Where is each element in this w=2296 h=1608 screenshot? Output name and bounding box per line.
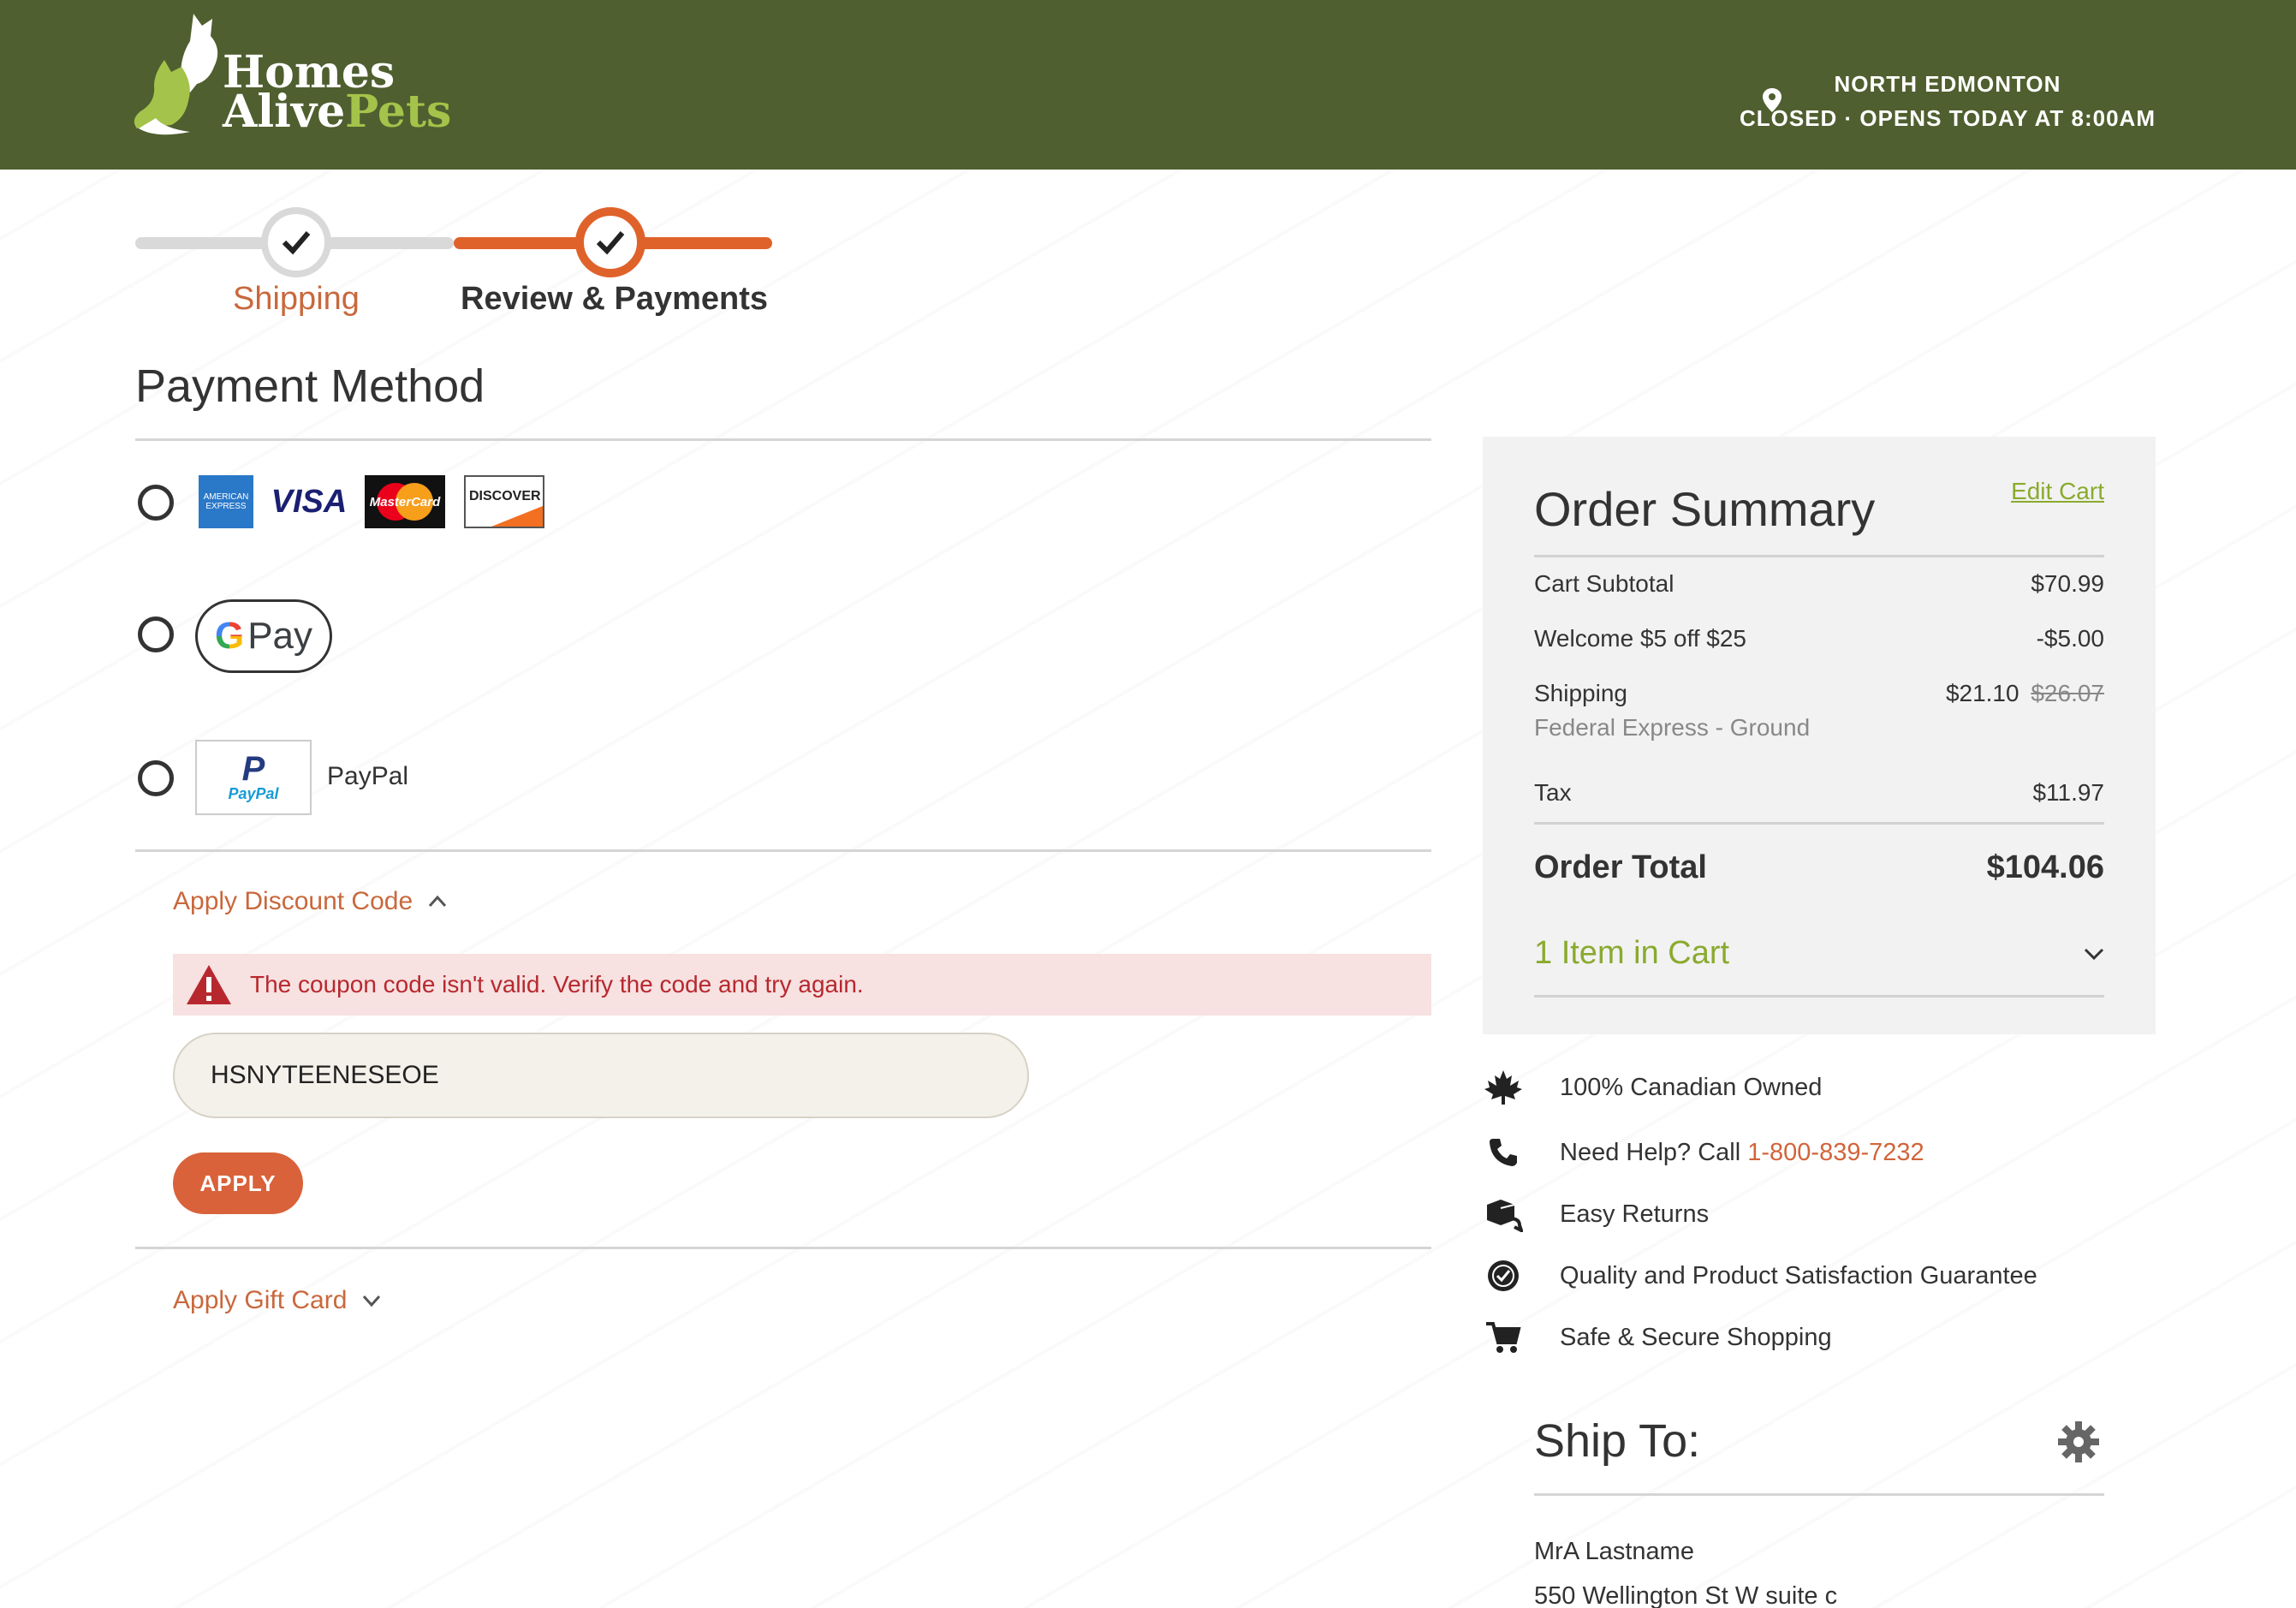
warning-icon (187, 965, 231, 1004)
visa-logo-icon: VISA (271, 483, 348, 520)
tax-row: Tax $11.97 (1534, 779, 2104, 807)
feature-secure: Safe & Secure Shopping (1483, 1319, 1832, 1356)
order-summary-panel: Order Summary Edit Cart Cart Subtotal $7… (1483, 437, 2156, 1034)
payment-method-title: Payment Method (135, 360, 485, 412)
step-shipping-marker[interactable] (261, 207, 331, 277)
tax-value: $11.97 (2032, 779, 2104, 806)
chevron-down-icon (363, 1295, 381, 1307)
divider (1534, 822, 2104, 825)
divider (135, 438, 1431, 441)
order-summary-title: Order Summary (1534, 482, 1876, 536)
shipping-row: Shipping $21.10 $26.07 (1534, 680, 2104, 707)
discover-logo-icon: DISCOVER (464, 475, 544, 528)
card-logos: AMERICAN EXPRESS VISA MasterCard DISCOVER (199, 474, 544, 529)
returns-box-icon (1487, 1200, 1523, 1232)
tax-label: Tax (1534, 779, 1572, 806)
feature-returns-text: Easy Returns (1560, 1200, 1710, 1228)
checkmark-icon (282, 231, 311, 255)
items-in-cart-label: 1 Item in Cart (1534, 935, 1730, 971)
store-hours: CLOSED · OPENS TODAY AT 8:00AM (1739, 105, 2156, 131)
divider (1534, 555, 2104, 557)
step-review-label: Review & Payments (461, 281, 769, 317)
order-total-row: Order Total $104.06 (1534, 849, 2104, 886)
apply-discount-label: Apply Discount Code (173, 887, 413, 915)
shipping-original-price: $26.07 (2031, 680, 2104, 706)
divider (1534, 995, 2104, 998)
shopping-cart-icon (1486, 1322, 1521, 1353)
google-pay-radio[interactable] (138, 616, 174, 652)
google-pay-logo: G Pay (195, 599, 332, 673)
site-logo[interactable]: Homes AlivePets (134, 9, 451, 137)
divider (135, 849, 1431, 852)
feature-secure-text: Safe & Secure Shopping (1560, 1323, 1832, 1351)
checkout-progress: Shipping Review & Payments (135, 202, 777, 331)
shipping-method-row: Federal Express - Ground (1534, 714, 2104, 741)
feature-guarantee: Quality and Product Satisfaction Guarant… (1483, 1257, 2037, 1295)
credit-card-radio[interactable] (138, 485, 174, 521)
check-circle-icon (1488, 1260, 1519, 1291)
shipping-value: $21.10 (1945, 680, 2019, 706)
feature-guarantee-text: Quality and Product Satisfaction Guarant… (1560, 1261, 2037, 1289)
cart-subtotal-row: Cart Subtotal $70.99 (1534, 570, 2104, 598)
discount-label: Welcome $5 off $25 (1534, 625, 1747, 652)
step-review-marker (575, 207, 645, 277)
ship-to-title: Ship To: (1534, 1415, 1701, 1467)
phone-icon (1490, 1139, 1517, 1166)
discount-code-input[interactable] (173, 1033, 1029, 1118)
coupon-error-message: The coupon code isn't valid. Verify the … (250, 971, 864, 998)
shipping-label: Shipping (1534, 680, 1627, 706)
divider (135, 1247, 1431, 1249)
coupon-error-alert: The coupon code isn't valid. Verify the … (173, 954, 1431, 1015)
apply-discount-button[interactable]: APPLY (173, 1152, 303, 1214)
mastercard-logo-icon: MasterCard (365, 475, 445, 528)
google-g-icon: G (214, 615, 245, 657)
order-total-value: $104.06 (1986, 849, 2104, 885)
ship-to-address: 550 Wellington St W suite c (1534, 1582, 1838, 1608)
shipping-value-group: $21.10 $26.07 (1946, 680, 2104, 707)
paypal-label: PayPal (327, 762, 409, 790)
step-shipping-label[interactable]: Shipping (233, 281, 360, 318)
items-in-cart-toggle[interactable]: 1 Item in Cart (1534, 935, 2104, 972)
chevron-down-icon (2084, 948, 2104, 960)
site-header: Homes AlivePets NORTH EDMONTON CLOSED · … (0, 0, 2296, 170)
shipping-method: Federal Express - Ground (1534, 714, 1811, 741)
discount-row: Welcome $5 off $25 -$5.00 (1534, 625, 2104, 652)
store-name: NORTH EDMONTON (1834, 71, 2061, 97)
order-total-label: Order Total (1534, 849, 1707, 885)
help-phone-link[interactable]: 1-800-839-7232 (1747, 1139, 1924, 1167)
feature-canadian-text: 100% Canadian Owned (1560, 1073, 1823, 1101)
apply-discount-toggle[interactable]: Apply Discount Code (173, 887, 447, 916)
pet-silhouette-icon (134, 14, 218, 135)
apply-gift-card-label: Apply Gift Card (173, 1286, 348, 1314)
feature-help-text: Need Help? Call (1560, 1138, 1741, 1166)
cart-subtotal-value: $70.99 (2031, 570, 2104, 597)
store-info[interactable]: NORTH EDMONTON CLOSED · OPENS TODAY AT 8… (1740, 67, 2156, 135)
feature-help: Need Help? Call 1-800-839-7232 (1483, 1134, 1924, 1171)
gear-icon[interactable] (2056, 1420, 2101, 1464)
feature-canadian: 100% Canadian Owned (1483, 1069, 1822, 1106)
edit-cart-link[interactable]: Edit Cart (2011, 478, 2104, 505)
discount-value: -$5.00 (2036, 625, 2104, 652)
paypal-radio[interactable] (138, 760, 174, 796)
paypal-logo-icon: P PayPal (195, 740, 312, 815)
apply-gift-card-toggle[interactable]: Apply Gift Card (173, 1286, 381, 1315)
cart-subtotal-label: Cart Subtotal (1534, 570, 1674, 597)
feature-returns: Easy Returns (1483, 1195, 1709, 1233)
ship-to-name: MrA Lastname (1534, 1538, 1694, 1565)
checkmark-icon (596, 231, 625, 255)
amex-logo-icon: AMERICAN EXPRESS (199, 475, 253, 528)
chevron-up-icon (429, 895, 447, 908)
divider (1534, 1493, 2104, 1496)
logo-wordmark: Homes AlivePets (223, 46, 452, 138)
maple-leaf-icon (1484, 1070, 1522, 1105)
